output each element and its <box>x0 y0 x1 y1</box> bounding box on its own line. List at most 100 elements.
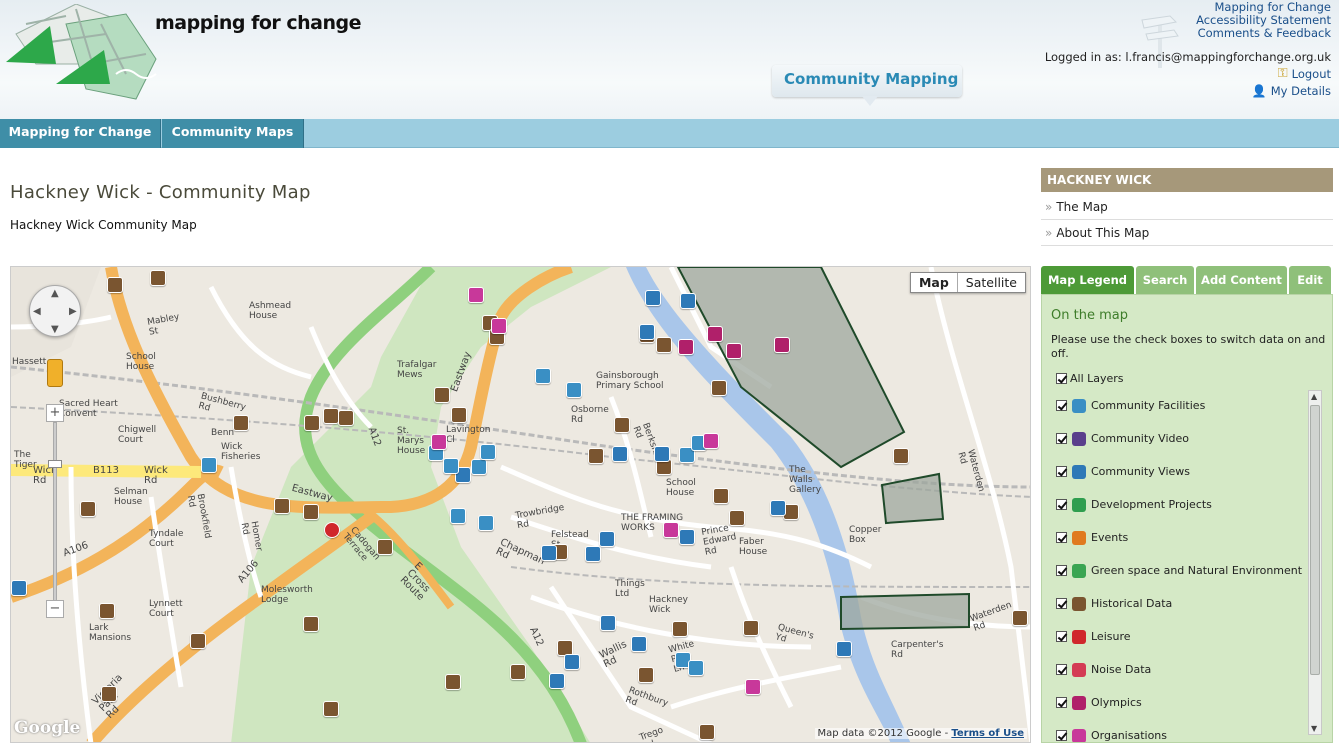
olympics-marker[interactable] <box>678 339 694 355</box>
layer-checkbox[interactable] <box>1056 730 1067 741</box>
all-layers-checkbox[interactable] <box>1056 373 1067 384</box>
community-views-marker[interactable] <box>679 529 695 545</box>
historical-marker[interactable] <box>588 448 604 464</box>
historical-marker[interactable] <box>150 270 166 286</box>
community-views-marker[interactable] <box>654 446 670 462</box>
historical-marker[interactable] <box>451 407 467 423</box>
historical-marker[interactable] <box>338 410 354 426</box>
organisations-marker[interactable] <box>663 522 679 538</box>
historical-marker[interactable] <box>445 674 461 690</box>
layer-checkbox[interactable] <box>1056 499 1067 510</box>
historical-marker[interactable] <box>434 387 450 403</box>
community-facilities-marker[interactable] <box>201 457 217 473</box>
community-facilities-marker[interactable] <box>443 458 459 474</box>
layer-checkbox[interactable] <box>1056 697 1067 708</box>
historical-marker[interactable] <box>303 504 319 520</box>
community-facilities-marker[interactable] <box>450 508 466 524</box>
historical-marker[interactable] <box>729 510 745 526</box>
historical-marker[interactable] <box>101 686 117 702</box>
legend-scrollbar[interactable]: ▲ ▼ <box>1308 390 1322 735</box>
layer-checkbox[interactable] <box>1056 565 1067 576</box>
layer-checkbox[interactable] <box>1056 631 1067 642</box>
olympics-marker[interactable] <box>707 326 723 342</box>
layer-checkbox[interactable] <box>1056 433 1067 444</box>
community-facilities-marker[interactable] <box>566 382 582 398</box>
my-details-link[interactable]: 👤 My Details <box>1252 84 1331 98</box>
nav-tab-community-maps[interactable]: Community Maps <box>162 119 304 148</box>
pegman-icon[interactable] <box>47 359 63 387</box>
zoom-out-button[interactable]: − <box>46 600 64 618</box>
organisations-marker[interactable] <box>491 318 507 334</box>
historical-marker[interactable] <box>699 724 715 740</box>
olympics-marker[interactable] <box>726 343 742 359</box>
scrollbar-thumb[interactable] <box>1310 405 1320 675</box>
map-type-satellite-button[interactable]: Satellite <box>958 273 1025 292</box>
tab-add-content[interactable]: Add Content <box>1196 266 1287 294</box>
community-facilities-marker[interactable] <box>535 368 551 384</box>
historical-marker[interactable] <box>377 539 393 555</box>
historical-marker[interactable] <box>510 664 526 680</box>
community-views-marker[interactable] <box>631 636 647 652</box>
community-views-marker[interactable] <box>770 500 786 516</box>
organisations-marker[interactable] <box>468 287 484 303</box>
historical-marker[interactable] <box>638 667 654 683</box>
organisations-marker[interactable] <box>431 434 447 450</box>
map-type-map-button[interactable]: Map <box>911 273 958 292</box>
community-views-marker[interactable] <box>612 446 628 462</box>
historical-marker[interactable] <box>711 380 727 396</box>
historical-marker[interactable] <box>304 415 320 431</box>
tab-map-legend[interactable]: Map Legend <box>1041 266 1134 294</box>
community-views-marker[interactable] <box>836 641 852 657</box>
historical-marker[interactable] <box>274 498 290 514</box>
historical-marker[interactable] <box>80 501 96 517</box>
historical-marker[interactable] <box>190 633 206 649</box>
community-views-marker[interactable] <box>645 290 661 306</box>
organisations-marker[interactable] <box>703 433 719 449</box>
google-logo[interactable]: Google <box>14 718 80 738</box>
community-facilities-marker[interactable] <box>480 444 496 460</box>
historical-marker[interactable] <box>323 701 339 717</box>
historical-marker[interactable] <box>107 277 123 293</box>
historical-marker[interactable] <box>1012 610 1028 626</box>
zoom-slider[interactable] <box>53 422 57 602</box>
pan-control[interactable]: ▲ ▼ ◀ ▶ <box>29 285 81 337</box>
sidebar-link-the-map[interactable]: » The Map <box>1041 194 1333 220</box>
community-views-marker[interactable] <box>680 293 696 309</box>
tab-edit[interactable]: Edit <box>1289 266 1331 294</box>
historical-marker[interactable] <box>303 616 319 632</box>
zoom-in-button[interactable]: + <box>46 404 64 422</box>
community-views-marker[interactable] <box>549 673 565 689</box>
community-facilities-marker[interactable] <box>478 515 494 531</box>
tab-search[interactable]: Search <box>1136 266 1194 294</box>
community-facilities-marker[interactable] <box>471 459 487 475</box>
community-views-marker[interactable] <box>585 546 601 562</box>
historical-marker[interactable] <box>233 415 249 431</box>
historical-marker[interactable] <box>743 620 759 636</box>
historical-marker[interactable] <box>893 448 909 464</box>
scroll-down-icon[interactable]: ▼ <box>1311 724 1317 733</box>
historical-marker[interactable] <box>614 417 630 433</box>
historical-marker[interactable] <box>672 621 688 637</box>
community-views-marker[interactable] <box>541 545 557 561</box>
link-comments-feedback[interactable]: Comments & Feedback <box>1196 27 1331 40</box>
layer-checkbox[interactable] <box>1056 664 1067 675</box>
zoom-handle[interactable] <box>48 460 62 468</box>
community-map[interactable]: School House Ashmead House Trafalgar Mew… <box>10 266 1031 743</box>
community-views-marker[interactable] <box>11 580 27 596</box>
layer-checkbox[interactable] <box>1056 400 1067 411</box>
community-facilities-marker[interactable] <box>688 660 704 676</box>
leisure-marker[interactable] <box>324 522 340 538</box>
historical-marker[interactable] <box>713 488 729 504</box>
logout-link[interactable]: ⚿ Logout <box>1278 66 1331 81</box>
community-views-marker[interactable] <box>599 531 615 547</box>
nav-tab-mapping-for-change[interactable]: Mapping for Change <box>0 119 161 148</box>
layer-checkbox[interactable] <box>1056 466 1067 477</box>
community-views-marker[interactable] <box>600 615 616 631</box>
terms-of-use-link[interactable]: Terms of Use <box>951 728 1024 739</box>
community-views-marker[interactable] <box>639 324 655 340</box>
historical-marker[interactable] <box>323 408 339 424</box>
layer-checkbox[interactable] <box>1056 598 1067 609</box>
scroll-up-icon[interactable]: ▲ <box>1311 392 1317 401</box>
historical-marker[interactable] <box>99 603 115 619</box>
layer-checkbox[interactable] <box>1056 532 1067 543</box>
